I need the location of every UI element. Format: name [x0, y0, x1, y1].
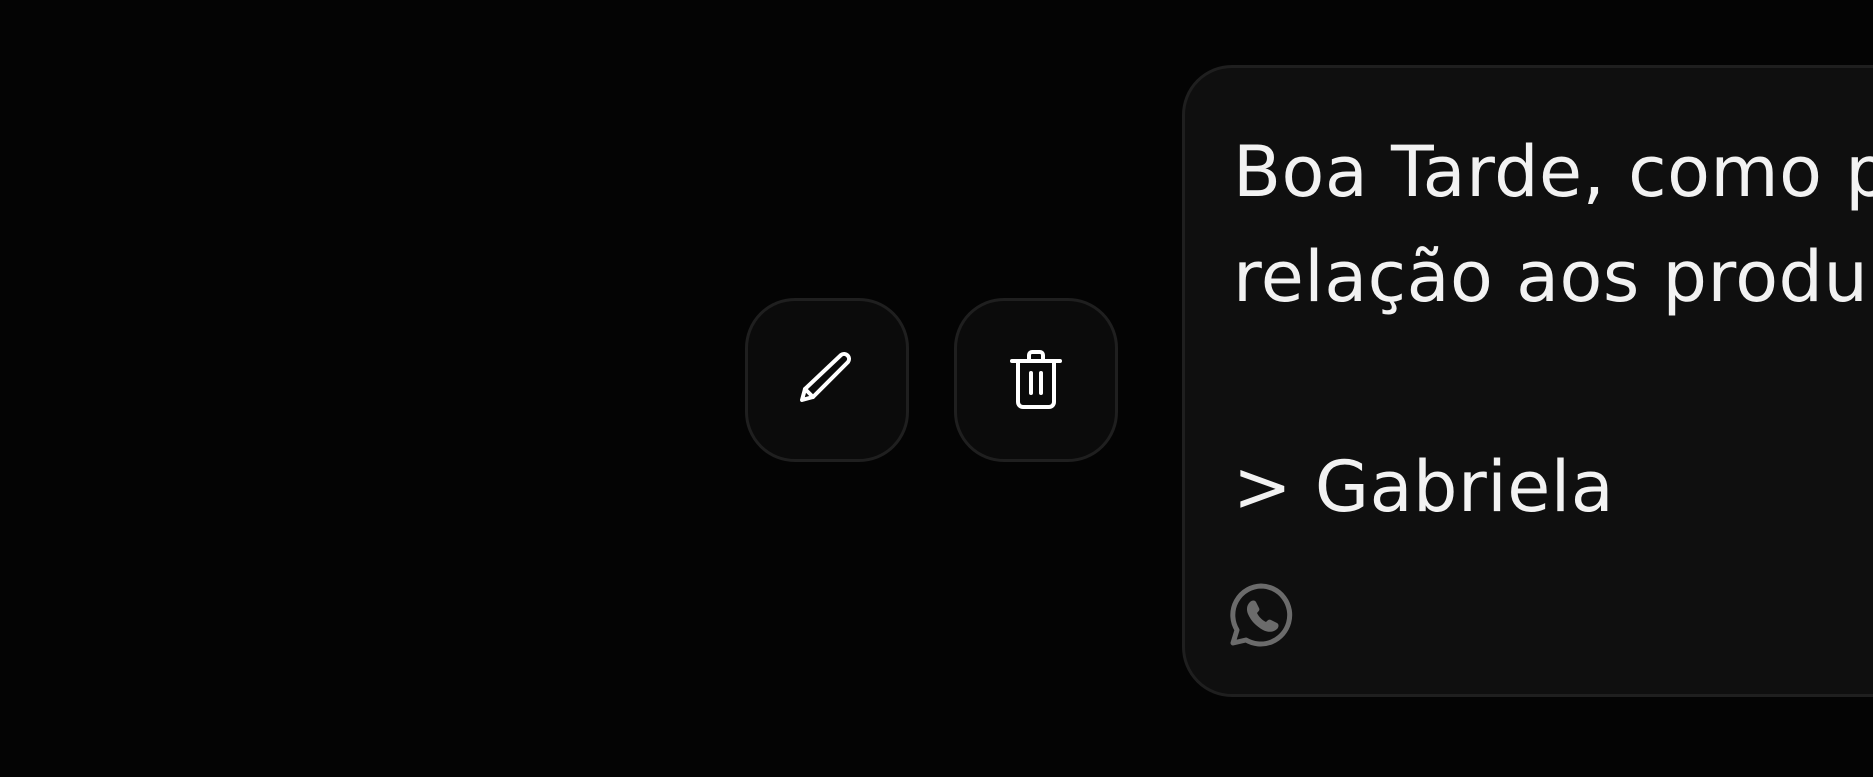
whatsapp-icon [1228, 582, 1294, 648]
message-text: Boa Tarde, como p relação aos produ > Ga… [1233, 120, 1873, 540]
message-line: relação aos produ [1233, 236, 1869, 318]
pencil-icon [795, 348, 859, 412]
message-line: Boa Tarde, como p [1233, 131, 1873, 213]
message-card[interactable]: Boa Tarde, como p relação aos produ > Ga… [1182, 65, 1873, 697]
trash-icon [1006, 348, 1066, 412]
message-template-row: Boa Tarde, como p relação aos produ > Ga… [0, 0, 1873, 777]
edit-button[interactable] [745, 298, 909, 462]
delete-button[interactable] [954, 298, 1118, 462]
message-signature: > Gabriela [1233, 446, 1615, 528]
